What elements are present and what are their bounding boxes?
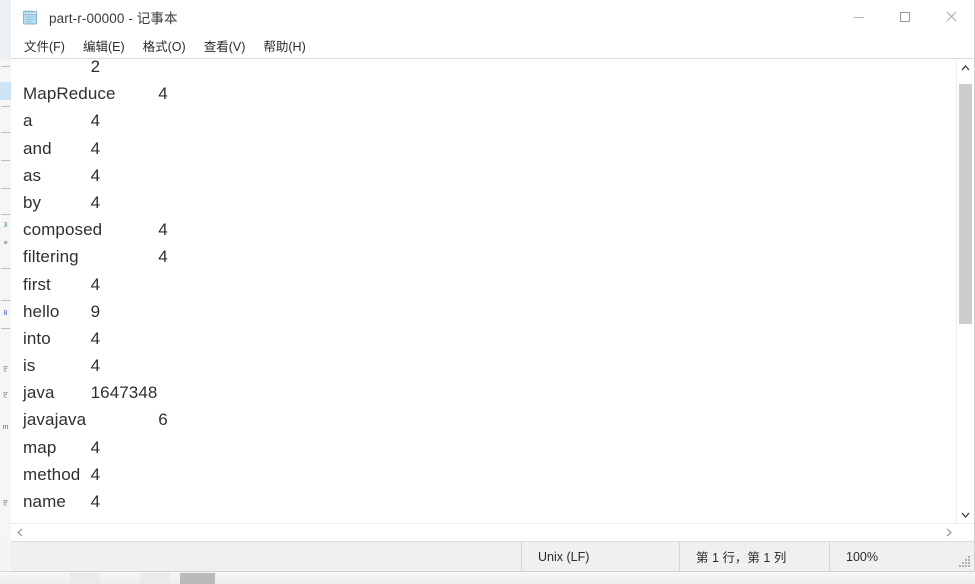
menu-help[interactable]: 帮助(H): [262, 34, 306, 57]
text-line-key: into: [23, 328, 51, 348]
text-line: method 4: [23, 461, 956, 488]
text-line-key: as: [23, 165, 42, 185]
text-line-key: first: [23, 274, 51, 294]
menu-bar: 文件(F) 编辑(E) 格式(O) 查看(V) 帮助(H): [11, 33, 974, 58]
text-line-value: 4: [90, 138, 101, 158]
minimize-button[interactable]: [836, 0, 882, 33]
text-editor[interactable]: 2 MapReduce 4 a 4 and 4 as 4 by 4 composed 4 filterin…: [11, 59, 956, 523]
text-line: as 4: [23, 162, 956, 189]
notepad-icon: [21, 8, 39, 26]
text-line: map 4: [23, 434, 956, 461]
scroll-right-icon[interactable]: [940, 524, 957, 541]
text-line: first 4: [23, 271, 956, 298]
close-button[interactable]: [928, 0, 974, 33]
text-line-key: a: [23, 111, 33, 131]
text-line-value: 4: [158, 84, 168, 104]
menu-view[interactable]: 查看(V): [203, 34, 247, 57]
vertical-scrollbar[interactable]: [956, 59, 974, 523]
taskbar[interactable]: [0, 571, 975, 584]
text-line-value: 4: [90, 111, 101, 131]
text-line: MapReduce 4: [23, 80, 956, 107]
text-line-key: composed: [23, 220, 103, 240]
text-line: javajava 6: [23, 406, 956, 433]
text-line: by 4: [23, 189, 956, 216]
text-line-value: 2: [90, 59, 101, 76]
text-line: and 4: [23, 135, 956, 162]
text-line-value: 4: [90, 437, 101, 457]
text-line-key: javajava: [23, 410, 87, 430]
text-line-value: 4: [90, 192, 101, 212]
text-line-value: 4: [90, 492, 101, 511]
window-controls: [836, 0, 974, 33]
text-line-value: 1647348: [90, 383, 158, 403]
document-text: 2 MapReduce 4 a 4 and 4 as 4 by 4 composed 4 filterin…: [23, 59, 956, 515]
text-line: hello 9: [23, 298, 956, 325]
text-line: 2: [23, 59, 956, 80]
text-line-key: hello: [23, 301, 60, 321]
text-line: composed 4: [23, 216, 956, 243]
maximize-button[interactable]: [882, 0, 928, 33]
text-line: is 4: [23, 352, 956, 379]
status-cursor-position[interactable]: 第 1 行，第 1 列: [679, 541, 829, 572]
status-zoom-level[interactable]: 100%: [829, 541, 974, 572]
scroll-left-icon[interactable]: [11, 524, 28, 541]
text-line: into 4: [23, 325, 956, 352]
text-line-value: 4: [158, 247, 168, 267]
text-line-key: by: [23, 192, 42, 212]
text-line-value: 6: [158, 410, 168, 430]
horizontal-scrollbar-row: [11, 523, 974, 541]
text-line-value: 4: [90, 356, 101, 376]
text-line-key: and: [23, 138, 52, 158]
text-line: name 4: [23, 488, 956, 515]
resize-grip-icon[interactable]: [959, 556, 971, 568]
text-line-value: 4: [90, 274, 101, 294]
status-bar: Unix (LF) 第 1 行，第 1 列 100%: [11, 541, 974, 572]
text-line-key: is: [23, 356, 36, 376]
text-line-key: name: [23, 492, 66, 511]
text-line-key: MapReduce: [23, 84, 116, 104]
text-line-value: 4: [90, 464, 101, 484]
text-line-key: method: [23, 464, 81, 484]
text-line-value: 4: [90, 165, 101, 185]
scroll-down-icon[interactable]: [957, 506, 974, 523]
text-line-key: filtering: [23, 247, 79, 267]
text-line-key: java: [23, 383, 55, 403]
scroll-up-icon[interactable]: [957, 59, 974, 76]
text-line: filtering 4: [23, 243, 956, 270]
window-title: part-r-00000 - 记事本: [49, 10, 178, 26]
text-line-value: 4: [158, 220, 168, 240]
notepad-window: part-r-00000 - 记事本 文件(F) 编辑(E) 格式(O) 查看(…: [11, 0, 975, 572]
text-line: a4: [23, 107, 956, 134]
menu-format[interactable]: 格式(O): [142, 34, 187, 57]
text-line-key: map: [23, 437, 57, 457]
text-line: java 1647348: [23, 379, 956, 406]
screen: 3 ≡ 8 ੲ ੲ m ੲ part-r-00000 - 记事本 文件(F) 编…: [0, 0, 975, 584]
horizontal-scrollbar[interactable]: [11, 524, 957, 541]
text-line-value: 4: [90, 328, 101, 348]
menu-edit[interactable]: 编辑(E): [82, 34, 126, 57]
text-line-value: 9: [90, 301, 101, 321]
editor-region: 2 MapReduce 4 a 4 and 4 as 4 by 4 composed 4 filterin…: [11, 58, 974, 523]
background-window-sliver[interactable]: 3 ≡ 8 ੲ ੲ m ੲ: [0, 0, 11, 584]
scrollbar-corner: [957, 524, 974, 541]
menu-file[interactable]: 文件(F): [23, 34, 66, 57]
title-bar[interactable]: part-r-00000 - 记事本: [11, 0, 974, 33]
status-encoding[interactable]: Unix (LF): [521, 541, 679, 572]
vertical-scroll-thumb[interactable]: [959, 84, 972, 324]
